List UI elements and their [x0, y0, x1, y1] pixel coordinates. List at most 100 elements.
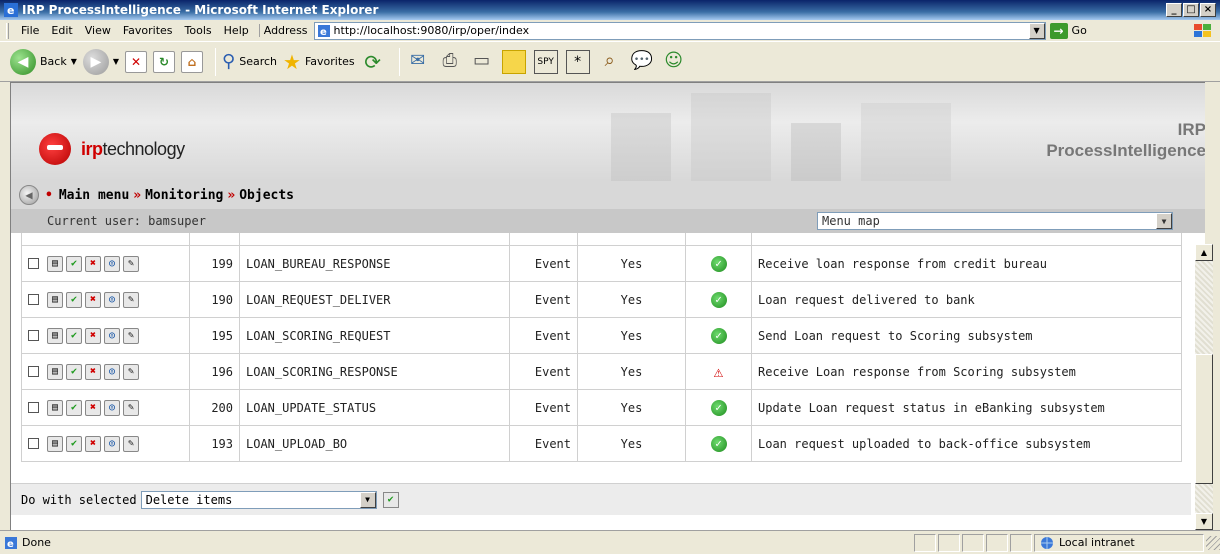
row-status: ✓	[685, 389, 752, 426]
view-icon[interactable]: ◎	[104, 363, 120, 380]
research-icon[interactable]: ⌕	[598, 50, 622, 74]
row-checkbox[interactable]	[28, 402, 39, 413]
breadcrumb-objects: Objects	[239, 187, 295, 203]
edit-icon[interactable]: ▭	[470, 50, 494, 74]
back-button[interactable]: ◀ Back ▼	[10, 48, 77, 75]
scroll-up-icon[interactable]: ▲	[1195, 244, 1213, 261]
maximize-button[interactable]: □	[1183, 3, 1199, 17]
row-checkbox[interactable]	[28, 366, 39, 377]
menu-tools[interactable]: Tools	[179, 24, 218, 37]
row-checkbox[interactable]	[28, 294, 39, 305]
print-icon[interactable]: ⎙	[438, 50, 462, 74]
row-description: Send Loan request to Scoring subsystem	[751, 317, 1182, 354]
delete-icon[interactable]: ✖	[85, 435, 101, 452]
breadcrumb-main-menu[interactable]: Main menu	[59, 188, 129, 203]
menu-map-select[interactable]: Menu map ▼	[817, 212, 1173, 230]
edit-icon[interactable]: ✎	[123, 435, 139, 452]
favorites-label: Favorites	[304, 55, 355, 68]
enable-check-icon[interactable]: ✔	[66, 399, 82, 416]
irp-logo-icon	[39, 133, 71, 165]
details-icon[interactable]: ▤	[47, 363, 63, 380]
row-name: LOAN_REQUEST_DELIVER	[239, 281, 510, 318]
edit-icon[interactable]: ✎	[123, 399, 139, 416]
back-dropdown-icon[interactable]: ▼	[71, 57, 77, 66]
table-row: ▤ ✔ ✖ ◎ ✎ 193 LOAN_UPLOAD_BO Event Yes ✓ Loan requ…	[21, 425, 1182, 462]
row-checkbox[interactable]	[28, 438, 39, 449]
discuss-icon[interactable]: 💬	[630, 50, 654, 74]
edit-icon[interactable]: ✎	[123, 255, 139, 272]
address-url[interactable]: http://localhost:9080/irp/oper/index	[334, 24, 1029, 37]
svg-text:e: e	[7, 4, 14, 17]
table-row: ▤ ✔ ✖ ◎ ✎ 196 LOAN_SCORING_RESPONSE Event Yes ⚠ Re…	[21, 353, 1182, 390]
enable-check-icon[interactable]: ✔	[66, 291, 82, 308]
delete-icon[interactable]: ✖	[85, 327, 101, 344]
address-bar[interactable]: e http://localhost:9080/irp/oper/index ▼	[313, 21, 1046, 40]
enable-check-icon[interactable]: ✔	[66, 255, 82, 272]
address-dropdown-icon[interactable]: ▼	[1028, 22, 1045, 39]
spy-icon[interactable]: SPY	[533, 49, 558, 74]
delete-icon[interactable]: ✖	[85, 363, 101, 380]
bulk-dropdown-icon[interactable]: ▼	[359, 491, 376, 508]
enable-check-icon[interactable]: ✔	[66, 363, 82, 380]
note-icon[interactable]	[501, 49, 526, 74]
enable-check-icon[interactable]: ✔	[66, 435, 82, 452]
apply-check-icon[interactable]: ✔	[382, 491, 399, 508]
scroll-thumb[interactable]	[1195, 354, 1213, 484]
view-icon[interactable]: ◎	[104, 399, 120, 416]
view-icon[interactable]: ◎	[104, 435, 120, 452]
delete-icon[interactable]: ✖	[85, 255, 101, 272]
row-checkbox[interactable]	[28, 330, 39, 341]
menu-edit[interactable]: Edit	[45, 24, 78, 37]
enable-check-icon[interactable]: ✔	[66, 327, 82, 344]
view-icon[interactable]: ◎	[104, 327, 120, 344]
messenger-icon[interactable]: ☺	[662, 50, 686, 74]
menu-view[interactable]: View	[79, 24, 117, 37]
vertical-scrollbar[interactable]: ▲ ▼	[1195, 244, 1213, 530]
calculator-icon[interactable]: *	[565, 49, 590, 74]
edit-icon[interactable]: ✎	[123, 327, 139, 344]
toolbar-separator	[215, 47, 217, 76]
delete-icon[interactable]: ✖	[85, 291, 101, 308]
menu-map-dropdown-icon[interactable]: ▼	[1156, 213, 1172, 229]
refresh-button[interactable]: ↻	[153, 50, 176, 73]
home-button[interactable]: ⌂	[181, 50, 204, 73]
minimize-button[interactable]: _	[1166, 3, 1182, 17]
row-name: LOAN_SCORING_RESPONSE	[239, 353, 510, 390]
favorites-button[interactable]: ★ Favorites	[283, 50, 355, 74]
row-id: 196	[189, 353, 240, 390]
edit-icon[interactable]: ✎	[123, 363, 139, 380]
history-icon[interactable]: ⟳	[361, 50, 385, 74]
menu-favorites[interactable]: Favorites	[117, 24, 179, 37]
search-button[interactable]: ⚲ Search	[222, 51, 277, 72]
scroll-down-icon[interactable]: ▼	[1195, 513, 1213, 530]
back-circle-icon[interactable]: ◀	[19, 185, 39, 205]
bulk-action-select[interactable]: Delete items ▼	[140, 490, 377, 509]
row-checkbox[interactable]	[28, 258, 39, 269]
toolbar-grip[interactable]	[6, 22, 9, 39]
row-id: 195	[189, 317, 240, 354]
bulk-action-bar: Do with selected Delete items ▼ ✔	[11, 483, 1191, 515]
stop-button[interactable]: ✕	[125, 50, 148, 73]
row-active: Yes	[577, 245, 686, 282]
view-icon[interactable]: ◎	[104, 291, 120, 308]
edit-icon[interactable]: ✎	[123, 291, 139, 308]
details-icon[interactable]: ▤	[47, 291, 63, 308]
star-icon: ★	[283, 49, 301, 74]
go-button[interactable]: → Go	[1049, 22, 1087, 39]
menu-file[interactable]: File	[15, 24, 45, 37]
irp-logo: irptechnology	[39, 133, 185, 165]
breadcrumb-monitoring[interactable]: Monitoring	[145, 188, 223, 203]
details-icon[interactable]: ▤	[47, 255, 63, 272]
row-id: 200	[189, 389, 240, 426]
details-icon[interactable]: ▤	[47, 327, 63, 344]
menu-help[interactable]: Help	[218, 24, 255, 37]
delete-icon[interactable]: ✖	[85, 399, 101, 416]
details-icon[interactable]: ▤	[47, 435, 63, 452]
close-button[interactable]: ×	[1200, 3, 1216, 17]
view-icon[interactable]: ◎	[104, 255, 120, 272]
forward-dropdown-icon[interactable]: ▼	[113, 57, 119, 66]
details-icon[interactable]: ▤	[47, 399, 63, 416]
mail-icon[interactable]: ✉	[406, 50, 430, 74]
forward-button[interactable]: ▶ ▼	[82, 48, 119, 75]
resize-grip[interactable]	[1206, 535, 1220, 550]
